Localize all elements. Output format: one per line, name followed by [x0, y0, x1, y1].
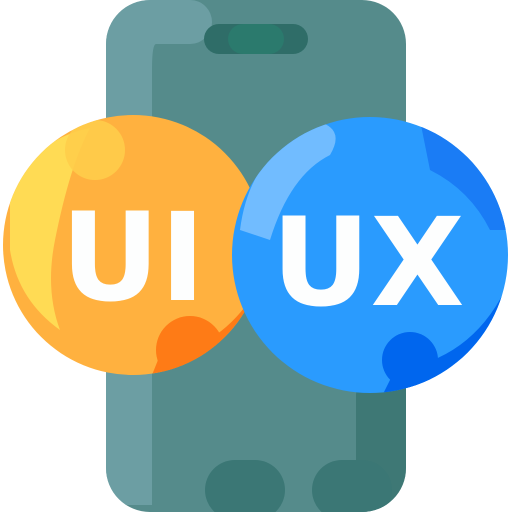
ux-badge-shadow-dot [382, 332, 438, 388]
ui-ux-smartphone-icon: UI UX [3, 0, 508, 512]
ux-badge-label: UX [271, 192, 464, 334]
phone-camera-icon [228, 24, 284, 54]
phone-button-right [312, 460, 392, 512]
ui-badge-label: UI [61, 187, 205, 329]
phone-button-left [205, 460, 285, 512]
ui-badge-shine [65, 120, 125, 180]
ui-ux-icon: UI UX [0, 0, 512, 512]
